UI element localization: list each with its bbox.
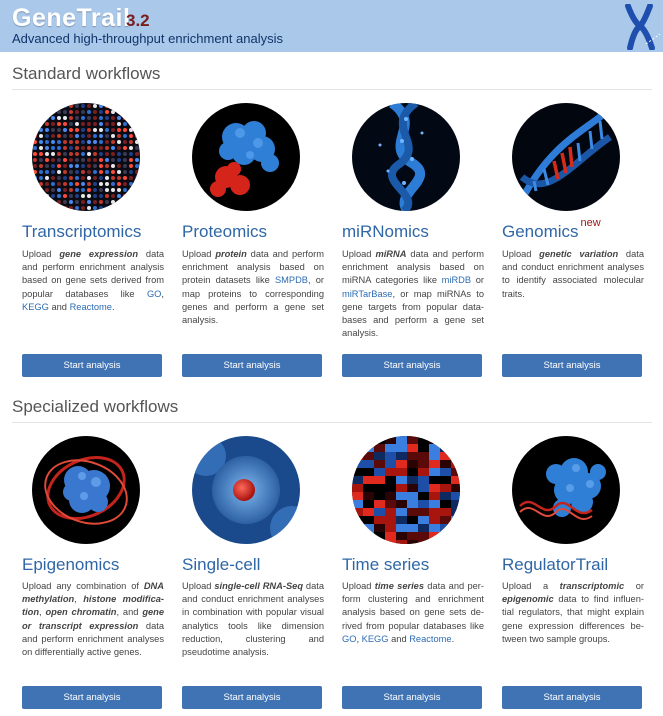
emphasis-term: epigenomic [502,594,554,605]
start-analysis-button-singlecell[interactable]: Start analysis [182,686,322,709]
card-desc-transcriptomics: Upload gene expression data and perform … [22,249,164,312]
card-desc-timeseries: Upload time series data and per-form clu… [342,581,485,644]
heatmap-image [352,436,460,544]
start-analysis-button-proteomics[interactable]: Start analysis [182,354,322,377]
start-analysis-button-epigenomics[interactable]: Start analysis [22,686,162,709]
start-analysis-button-timeseries[interactable]: Start analysis [342,686,482,709]
section-divider [12,89,652,90]
database-link[interactable]: Reactome [70,302,112,312]
cell-image [192,436,300,544]
nucleosome-image [32,436,140,544]
database-link[interactable]: miRTarBase [342,289,392,299]
section-divider [12,422,652,423]
card-desc-singlecell: Upload single-cell RNA-Seq data and cond… [182,581,325,658]
database-link[interactable]: KEGG [22,302,49,312]
database-link[interactable]: GO [342,634,356,644]
database-link[interactable]: GO [147,289,161,299]
start-analysis-button-regulatortrail[interactable]: Start analysis [502,686,642,709]
section-title-standard: Standard workflows [12,64,161,83]
emphasis-term: time series [374,581,425,591]
protein-dna-complex-image [512,436,620,544]
database-link[interactable]: KEGG [362,634,389,644]
card-title-transcriptomics[interactable]: Transcriptomics [22,222,141,242]
card-title-proteomics[interactable]: Proteomics [182,222,267,242]
chromosome-icon [625,4,661,50]
emphasis-term: miRNA [375,249,407,259]
app-logo[interactable]: GeneTrail [12,4,130,33]
start-analysis-button-transcriptomics[interactable]: Start analysis [22,354,162,377]
card-desc-epigenomics: Upload any combination of DNA methylatio… [22,581,165,658]
card-desc-mirnomics: Upload miRNA data and perform enrichment… [342,249,484,339]
version-label: 3.2 [126,11,150,30]
card-title-timeseries[interactable]: Time series [342,555,429,575]
card-desc-regulatortrail: Upload a transcriptomic or epigenomic da… [502,581,644,644]
emphasis-term: open chromatin [45,607,117,618]
card-title-regulatortrail[interactable]: RegulatorTrail [502,555,608,575]
microarray-image [32,103,140,211]
database-link[interactable]: SMPDB [275,275,308,285]
start-analysis-button-mirnomics[interactable]: Start analysis [342,354,482,377]
emphasis-term: single-cell RNA-Seq [214,581,304,591]
rna-helix-image [352,103,460,211]
app-tagline: Advanced high-throughput enrichment anal… [12,31,284,46]
emphasis-term: protein [215,249,247,259]
card-title-genomics-label: Genomics [502,222,579,241]
section-title-specialized: Specialized workflows [12,397,179,416]
start-analysis-button-genomics[interactable]: Start analysis [502,354,642,377]
card-desc-genomics: Upload genetic variation data and conduc… [502,249,644,299]
emphasis-term: gene expression [59,249,139,259]
card-title-genomics[interactable]: Genomics new [502,217,601,242]
dna-helix-image [512,103,620,211]
database-link[interactable]: miRDB [442,275,471,285]
emphasis-term: genetic variation [539,249,619,259]
new-badge: new [580,217,601,229]
card-desc-proteomics: Upload protein data and perform enrichme… [182,249,324,326]
emphasis-term: transcriptomic [559,581,625,591]
card-title-mirnomics[interactable]: miRNomics [342,222,429,242]
card-title-epigenomics[interactable]: Epigenomics [22,555,119,575]
card-title-singlecell[interactable]: Single-cell [182,555,260,575]
database-link[interactable]: Reactome [409,634,451,644]
protein-structure-image [192,103,300,211]
app-header: GeneTrail 3.2 Advanced high-throughput e… [0,0,663,52]
